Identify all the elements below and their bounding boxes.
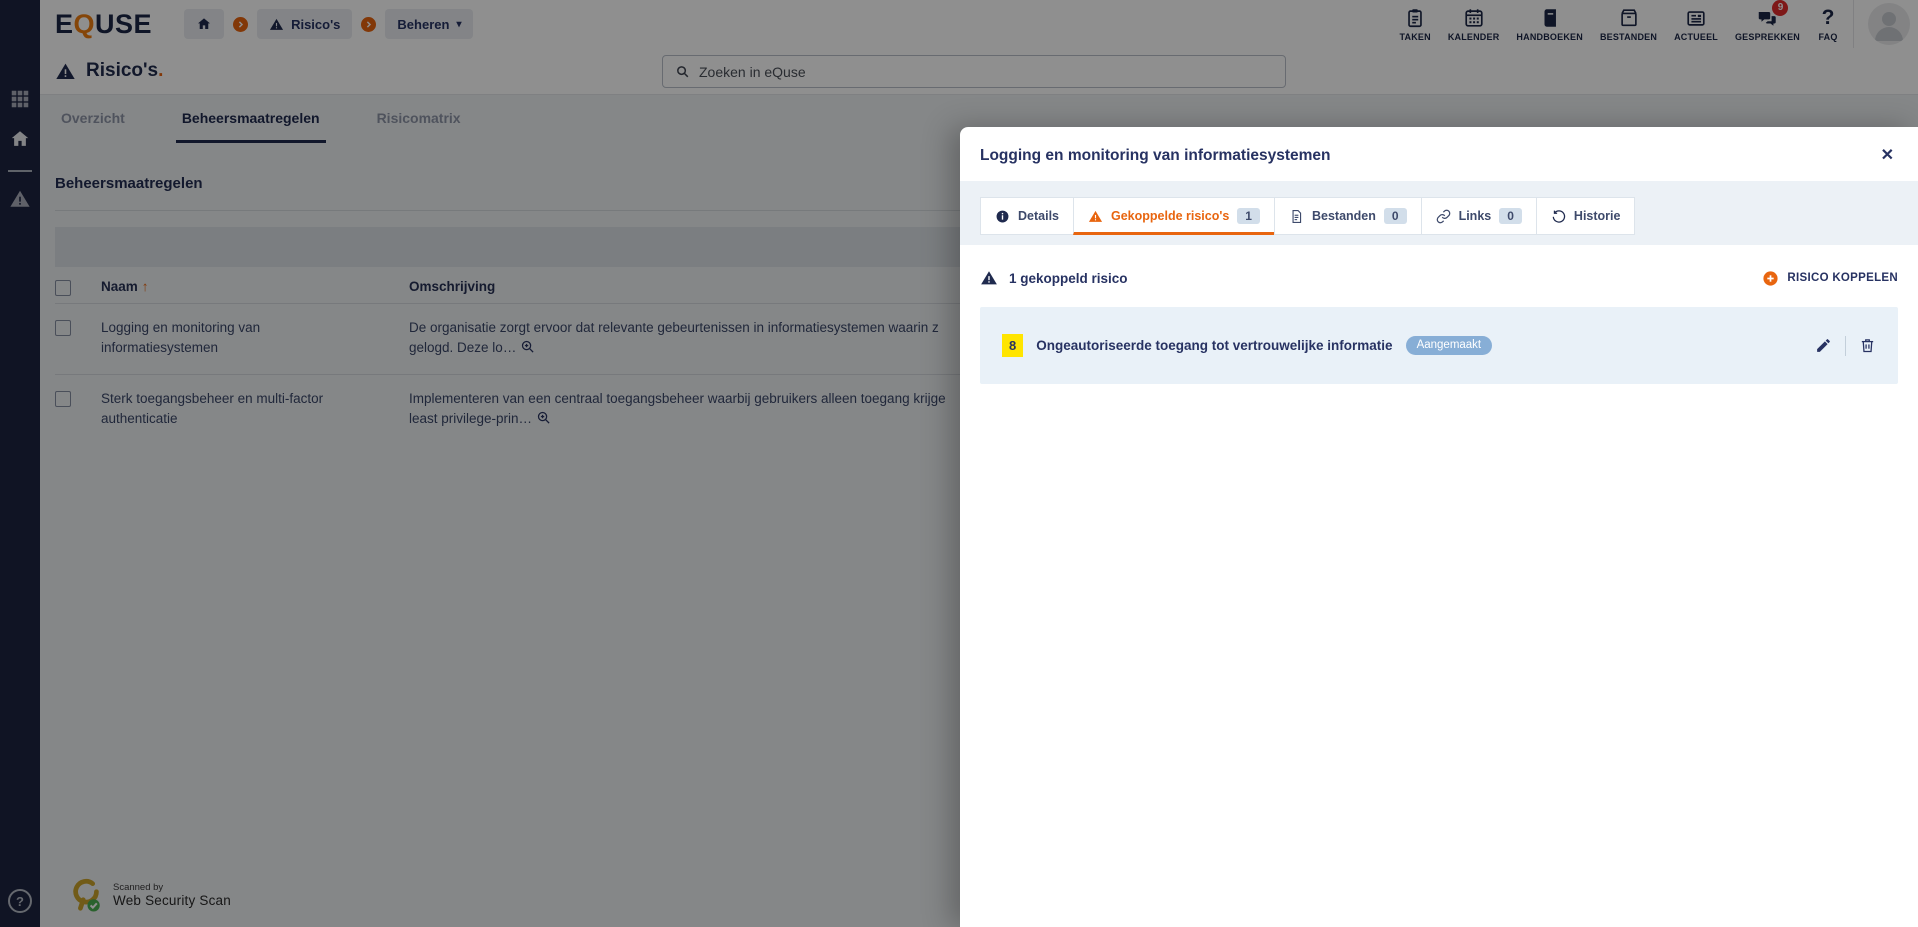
modal-tab-historie[interactable]: Historie (1535, 197, 1636, 235)
linked-risk-count: 1 gekoppeld risico (980, 269, 1128, 287)
file-icon (1292, 209, 1302, 223)
link-icon (1436, 209, 1450, 223)
modal-title: Logging en monitoring van informatiesyst… (980, 147, 1331, 164)
risico-koppelen-button[interactable]: RISICO KOPPELEN (1762, 270, 1898, 287)
delete-trash-icon[interactable] (1859, 337, 1876, 354)
risk-title: Ongeautoriseerde toegang tot vertrouweli… (1036, 338, 1393, 353)
modal-tab-gekoppelde-risicos[interactable]: Gekoppelde risico's 1 (1073, 197, 1275, 235)
plus-circle-icon (1763, 270, 1779, 286)
close-icon[interactable]: ✕ (1881, 148, 1894, 164)
warning-icon (981, 271, 997, 285)
status-badge: Aangemaakt (1405, 336, 1493, 355)
modal-tab-links[interactable]: Links 0 (1420, 197, 1537, 235)
risk-number-badge: 8 (1002, 334, 1024, 357)
warning-icon (1088, 210, 1103, 222)
modal-tab-bestanden[interactable]: Bestanden 0 (1273, 197, 1422, 235)
tab-count-badge: 0 (1499, 208, 1522, 224)
modal-tabs: Details Gekoppelde risico's 1 Bestanden … (960, 181, 1918, 245)
divider (1845, 335, 1846, 356)
tab-count-badge: 0 (1383, 208, 1407, 224)
history-icon (1552, 209, 1566, 223)
info-icon (996, 210, 1009, 222)
modal-tab-details[interactable]: Details (980, 197, 1074, 235)
linked-risk-item[interactable]: 8 Ongeautoriseerde toegang tot vertrouwe… (980, 307, 1898, 384)
tab-count-badge: 1 (1237, 208, 1260, 224)
detail-panel: Logging en monitoring van informatiesyst… (960, 127, 1918, 927)
edit-pencil-icon[interactable] (1815, 337, 1832, 354)
